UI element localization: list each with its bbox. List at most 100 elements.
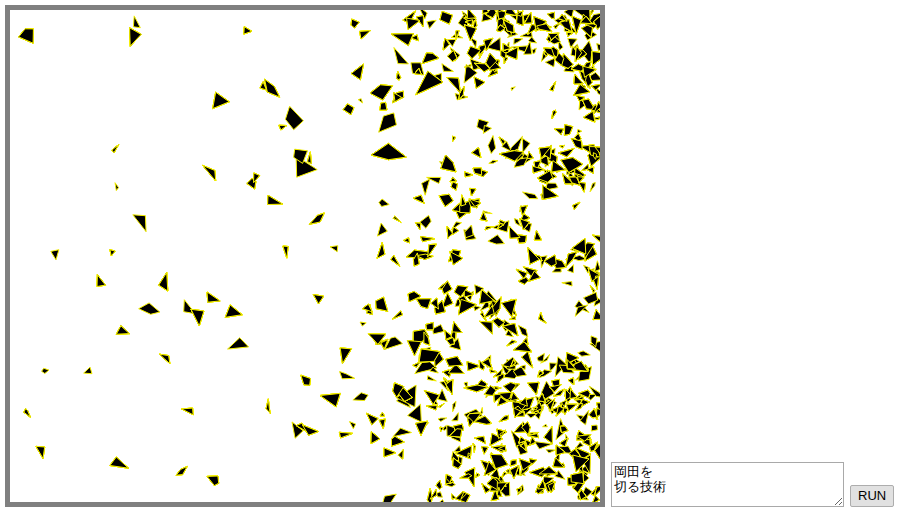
- shard: [571, 139, 582, 150]
- shard: [182, 408, 194, 415]
- shard: [97, 275, 105, 287]
- shard: [351, 19, 359, 28]
- shard: [532, 48, 536, 54]
- shard: [416, 421, 428, 435]
- shard: [538, 393, 545, 402]
- shard: [36, 446, 45, 458]
- shard: [552, 110, 556, 119]
- shard: [579, 182, 586, 192]
- shard: [571, 139, 582, 150]
- shard: [502, 472, 507, 477]
- shard: [426, 323, 434, 330]
- shard: [330, 246, 338, 252]
- shard: [443, 38, 449, 50]
- shard: [42, 368, 49, 373]
- shard: [339, 432, 352, 438]
- shard: [464, 290, 474, 298]
- shard: [514, 38, 523, 44]
- shard: [559, 15, 568, 22]
- shard: [351, 64, 363, 80]
- shard: [573, 455, 589, 472]
- shard: [310, 213, 325, 224]
- shard: [416, 421, 428, 435]
- shard: [213, 92, 230, 108]
- shard: [467, 10, 476, 19]
- shard: [567, 32, 573, 36]
- shard: [509, 226, 520, 238]
- shard: [407, 18, 420, 29]
- shard: [554, 129, 563, 135]
- shard: [485, 227, 494, 230]
- shard: [453, 136, 456, 141]
- shard: [367, 413, 379, 424]
- shard: [522, 422, 531, 435]
- shard: [421, 237, 435, 242]
- shard: [393, 216, 401, 222]
- shard: [439, 194, 453, 206]
- shard: [367, 413, 379, 424]
- shard: [590, 286, 594, 293]
- shard: [392, 436, 405, 446]
- shard: [244, 27, 252, 34]
- shard: [110, 457, 129, 468]
- shard: [452, 322, 462, 333]
- shard: [191, 309, 204, 326]
- shard: [176, 467, 187, 476]
- shard: [517, 488, 522, 493]
- shard: [592, 52, 600, 66]
- shard: [560, 426, 568, 432]
- shard: [391, 256, 400, 267]
- shard: [425, 391, 440, 405]
- shard: [244, 27, 252, 34]
- shard: [475, 436, 486, 443]
- shard: [550, 82, 556, 91]
- shard: [482, 447, 489, 455]
- shard: [527, 152, 533, 159]
- shard: [559, 15, 568, 22]
- shard: [597, 44, 600, 51]
- shard: [517, 11, 523, 26]
- shard: [591, 425, 597, 431]
- shard: [568, 378, 574, 385]
- shard: [456, 446, 472, 459]
- shard: [340, 348, 351, 364]
- shard: [497, 25, 505, 32]
- shard: [380, 102, 387, 110]
- shard: [415, 69, 422, 75]
- shard: [422, 53, 439, 64]
- shard: [112, 145, 119, 153]
- shard: [182, 408, 194, 415]
- shard: [564, 125, 572, 136]
- shard: [452, 494, 456, 499]
- shard: [538, 371, 544, 377]
- shard: [467, 46, 480, 58]
- shard: [528, 434, 539, 438]
- shard: [525, 12, 532, 23]
- shard: [497, 25, 505, 32]
- shard: [452, 494, 456, 499]
- shard: [207, 476, 219, 486]
- shard: [590, 183, 595, 192]
- drawing-canvas[interactable]: [10, 10, 600, 502]
- shard: [360, 31, 371, 39]
- shard: [363, 304, 373, 312]
- shard: [176, 467, 187, 476]
- shard: [475, 436, 486, 443]
- shard: [579, 490, 586, 500]
- shard: [393, 216, 401, 222]
- shard: [511, 360, 516, 367]
- shard: [413, 195, 424, 203]
- shard: [110, 457, 129, 468]
- shard: [379, 419, 385, 429]
- shard: [503, 44, 511, 51]
- shard: [376, 297, 388, 311]
- shard: [499, 137, 505, 145]
- shard: [522, 352, 533, 368]
- shard: [440, 427, 444, 431]
- shard: [416, 223, 421, 230]
- shard: [351, 19, 359, 28]
- shard: [379, 419, 385, 429]
- shard: [371, 143, 406, 159]
- shard: [133, 16, 140, 28]
- shard: [474, 77, 485, 88]
